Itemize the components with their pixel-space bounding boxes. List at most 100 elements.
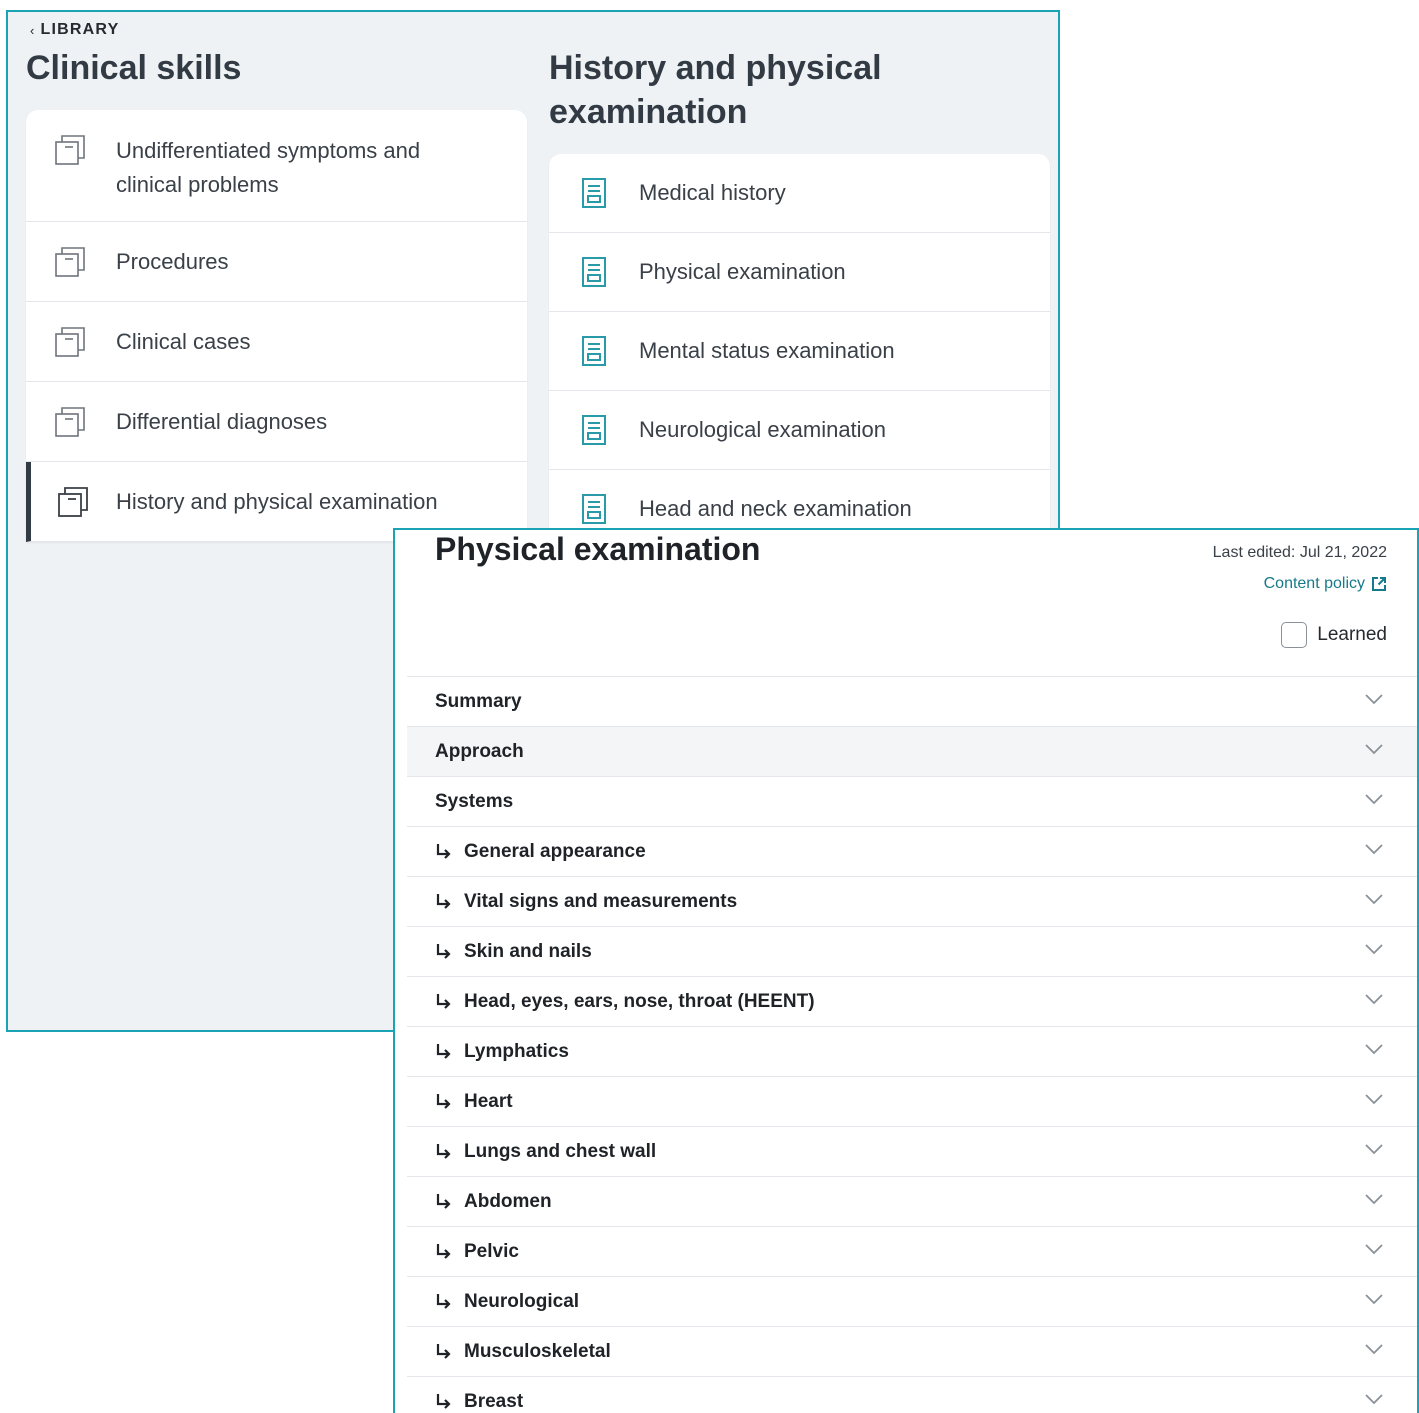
subdirectory-arrow-icon [435,993,464,1011]
back-to-library-link[interactable]: ‹ LIBRARY [30,21,119,39]
document-item-head-and-neck-examination[interactable]: Head and neck examination [549,470,1050,531]
category-label: Differential diagnoses [116,408,328,434]
article-panel: Physical examination Last edited: Jul 21… [393,528,1419,1413]
learned-label: Learned [1317,624,1387,645]
subcategory-title: History and physical examination [549,49,882,131]
section-vital-signs[interactable]: Vital signs and measurements [407,877,1417,927]
subdirectory-arrow-icon [435,1293,464,1311]
external-link-icon [1372,577,1386,591]
learned-toggle[interactable]: Learned [1281,622,1387,648]
section-abdomen[interactable]: Abdomen [407,1177,1417,1227]
section-label: Head, eyes, ears, nose, throat (HEENT) [464,990,815,1012]
subdirectory-arrow-icon [435,1193,464,1211]
document-item-mental-status-examination[interactable]: Mental status examination [549,312,1050,391]
back-link-label: LIBRARY [40,21,120,38]
category-label: History and physical examination [116,488,438,514]
subdirectory-arrow-icon [435,1093,464,1111]
document-label: Mental status examination [639,338,895,363]
subdirectory-arrow-icon [435,943,464,961]
section-label: Neurological [464,1290,580,1312]
chevron-down-icon [1365,1244,1383,1255]
section-summary[interactable]: Summary [407,677,1417,727]
chevron-down-icon [1365,1344,1383,1355]
chevron-down-icon [1365,794,1383,805]
document-label: Head and neck examination [639,496,912,521]
chevron-left-icon: ‹ [30,22,36,38]
stacked-folder-icon [26,326,116,358]
chevron-down-icon [1365,894,1383,905]
subdirectory-arrow-icon [435,1343,464,1361]
document-icon [549,414,639,446]
document-label: Medical history [639,180,786,205]
chevron-down-icon [1365,944,1383,955]
section-lungs-and-chest-wall[interactable]: Lungs and chest wall [407,1127,1417,1177]
article-meta: Last edited: Jul 21, 2022 Content policy [1213,544,1387,593]
subdirectory-arrow-icon [435,1393,464,1411]
content-policy-link[interactable]: Content policy [1264,575,1387,593]
learned-checkbox[interactable] [1281,622,1308,648]
document-label: Physical examination [639,259,846,284]
section-pelvic[interactable]: Pelvic [407,1227,1417,1277]
section-general-appearance[interactable]: General appearance [407,827,1417,877]
document-item-physical-examination[interactable]: Physical examination [549,233,1050,312]
section-label: General appearance [464,840,646,862]
section-approach[interactable]: Approach [407,727,1417,777]
category-item-clinical-cases[interactable]: Clinical cases [26,302,527,382]
chevron-down-icon [1365,1394,1383,1405]
category-item-procedures[interactable]: Procedures [26,222,527,302]
stacked-folder-icon [26,134,116,166]
section-list: Summary Approach Systems General appeara… [407,676,1417,1413]
stacked-folder-icon [26,246,116,278]
subdirectory-arrow-icon [435,1143,464,1161]
chevron-down-icon [1365,1044,1383,1055]
section-label: Musculoskeletal [464,1340,611,1362]
section-label: Abdomen [464,1190,552,1212]
section-systems[interactable]: Systems [407,777,1417,827]
document-list: Medical history Physical examination Men… [549,154,1050,531]
section-label: Summary [435,690,522,712]
section-heart[interactable]: Heart [407,1077,1417,1127]
document-item-neurological-examination[interactable]: Neurological examination [549,391,1050,470]
section-label: Heart [464,1090,513,1112]
category-item-undifferentiated-symptoms[interactable]: Undifferentiated symptoms and clinical p… [26,110,527,222]
chevron-down-icon [1365,844,1383,855]
chevron-down-icon [1365,1294,1383,1305]
category-list: Undifferentiated symptoms and clinical p… [26,110,527,542]
chevron-down-icon [1365,1094,1383,1105]
category-label: Clinical cases [116,328,251,354]
category-item-differential-diagnoses[interactable]: Differential diagnoses [26,382,527,462]
stacked-folder-icon [31,486,116,518]
last-edited-date: Last edited: Jul 21, 2022 [1212,544,1387,561]
section-label: Pelvic [464,1240,519,1262]
document-label: Neurological examination [639,417,887,442]
document-item-medical-history[interactable]: Medical history [549,154,1050,233]
section-label: Lungs and chest wall [464,1140,657,1162]
chevron-down-icon [1365,1194,1383,1205]
chevron-down-icon [1365,744,1383,755]
section-label: Lymphatics [464,1040,569,1062]
chevron-down-icon [1365,694,1383,705]
subdirectory-arrow-icon [435,843,464,861]
document-icon [549,256,639,288]
category-label: Undifferentiated symptoms and clinical p… [116,138,421,197]
content-policy-label: Content policy [1263,575,1365,592]
chevron-down-icon [1365,994,1383,1005]
category-label: Procedures [116,248,229,274]
subdirectory-arrow-icon [435,1243,464,1261]
section-label: Approach [435,740,524,762]
section-breast[interactable]: Breast [407,1377,1417,1413]
section-lymphatics[interactable]: Lymphatics [407,1027,1417,1077]
section-heent[interactable]: Head, eyes, ears, nose, throat (HEENT) [407,977,1417,1027]
library-title: Clinical skills [26,49,242,87]
document-icon [549,493,639,525]
article-title: Physical examination [435,531,761,567]
document-icon [549,177,639,209]
subdirectory-arrow-icon [435,893,464,911]
section-neurological[interactable]: Neurological [407,1277,1417,1327]
section-label: Vital signs and measurements [464,890,738,912]
section-musculoskeletal[interactable]: Musculoskeletal [407,1327,1417,1377]
subdirectory-arrow-icon [435,1043,464,1061]
section-skin-and-nails[interactable]: Skin and nails [407,927,1417,977]
section-label: Skin and nails [464,940,592,962]
chevron-down-icon [1365,1144,1383,1155]
